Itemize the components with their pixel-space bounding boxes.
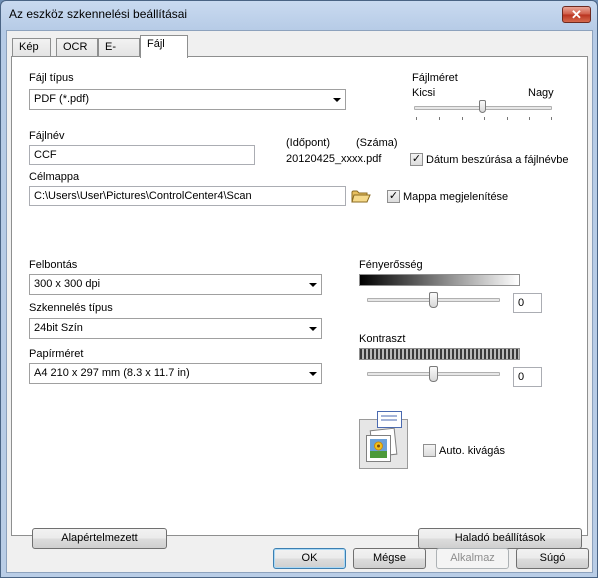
apply-button: Alkalmaz — [436, 548, 509, 569]
file-name-preview: 20120425_xxxx.pdf — [286, 153, 382, 165]
resolution-dropdown[interactable]: 300 x 300 dpi — [29, 274, 322, 295]
slider-tick — [529, 117, 530, 120]
contrast-label: Kontraszt — [359, 333, 406, 345]
dialog-window: Az eszköz szkennelési beállításai ✕ Kép … — [0, 0, 598, 578]
show-folder-label: Mappa megjelenítése — [403, 191, 509, 203]
auto-crop-label: Auto. kivágás — [439, 445, 506, 457]
auto-crop-checkbox[interactable] — [423, 444, 436, 457]
resolution-value: 300 x 300 dpi — [34, 278, 101, 290]
insert-date-checkbox[interactable]: ✓ — [410, 153, 423, 166]
tab-ocr[interactable]: OCR — [56, 38, 98, 57]
chevron-down-icon — [309, 283, 317, 287]
file-tab-panel: Fájl típus PDF (*.pdf) Fájlméret Kicsi N… — [11, 56, 588, 549]
brightness-slider-thumb[interactable] — [429, 292, 438, 308]
file-size-large-label: Nagy — [528, 87, 554, 99]
contrast-pattern-bar — [359, 348, 520, 360]
brightness-value-input[interactable]: 0 — [513, 293, 542, 313]
time-label: (Időpont) — [286, 137, 331, 149]
scan-type-dropdown[interactable]: 24bit Szín — [29, 318, 322, 339]
resolution-label: Felbontás — [29, 259, 78, 271]
scan-type-label: Szkennelés típus — [29, 302, 113, 314]
cancel-button[interactable]: Mégse — [353, 548, 426, 569]
slider-tick — [484, 117, 485, 120]
file-type-dropdown[interactable]: PDF (*.pdf) — [29, 89, 346, 110]
show-folder-checkbox[interactable]: ✓ — [387, 190, 400, 203]
dest-folder-label: Célmappa — [29, 171, 80, 183]
number-label: (Száma) — [356, 137, 398, 149]
file-type-value: PDF (*.pdf) — [34, 93, 90, 105]
brightness-label: Fényerősség — [359, 259, 423, 271]
section-divider — [28, 243, 572, 244]
help-button[interactable]: Súgó — [516, 548, 589, 569]
file-name-label: Fájlnév — [29, 130, 65, 142]
chevron-down-icon — [333, 98, 341, 102]
tab-file[interactable]: Fájl — [140, 35, 188, 58]
slider-tick — [416, 117, 417, 120]
file-size-label: Fájlméret — [412, 72, 458, 84]
ok-button[interactable]: OK — [273, 548, 346, 569]
close-button[interactable]: ✕ — [562, 6, 591, 23]
auto-crop-image-icon — [359, 411, 408, 469]
dialog-client-area: Kép OCR E-mail Fájl Fájl típus PDF (*.pd… — [6, 30, 593, 573]
file-size-small-label: Kicsi — [412, 87, 436, 99]
chevron-down-icon — [309, 372, 317, 376]
folder-browse-icon[interactable] — [351, 188, 371, 204]
chevron-down-icon — [309, 327, 317, 331]
slider-tick — [551, 117, 552, 120]
tab-image[interactable]: Kép — [12, 38, 51, 57]
insert-date-label: Dátum beszúrása a fájlnévbe — [426, 154, 569, 166]
brightness-gradient-bar — [359, 274, 520, 286]
title-bar[interactable]: Az eszköz szkennelési beállításai ✕ — [1, 1, 597, 29]
slider-tick — [507, 117, 508, 120]
contrast-slider-thumb[interactable] — [429, 366, 438, 382]
advanced-settings-button[interactable]: Haladó beállítások — [418, 528, 582, 549]
paper-size-dropdown[interactable]: A4 210 x 297 mm (8.3 x 11.7 in) — [29, 363, 322, 384]
checkmark-icon: ✓ — [388, 190, 399, 202]
file-size-slider-thumb[interactable] — [479, 100, 486, 113]
window-title: Az eszköz szkennelési beállításai — [9, 7, 188, 21]
dest-folder-input[interactable]: C:\Users\User\Pictures\ControlCenter4\Sc… — [29, 186, 346, 206]
checkmark-icon: ✓ — [411, 153, 422, 165]
slider-tick — [462, 117, 463, 120]
paper-size-label: Papírméret — [29, 348, 84, 360]
section-divider — [28, 514, 572, 515]
scan-type-value: 24bit Szín — [34, 322, 83, 334]
defaults-button[interactable]: Alapértelmezett — [32, 528, 167, 549]
tab-email[interactable]: E-mail — [98, 38, 140, 70]
slider-tick — [439, 117, 440, 120]
file-type-label: Fájl típus — [29, 72, 74, 84]
file-name-input[interactable]: CCF — [29, 145, 255, 165]
contrast-value-input[interactable]: 0 — [513, 367, 542, 387]
paper-size-value: A4 210 x 297 mm (8.3 x 11.7 in) — [34, 367, 190, 379]
